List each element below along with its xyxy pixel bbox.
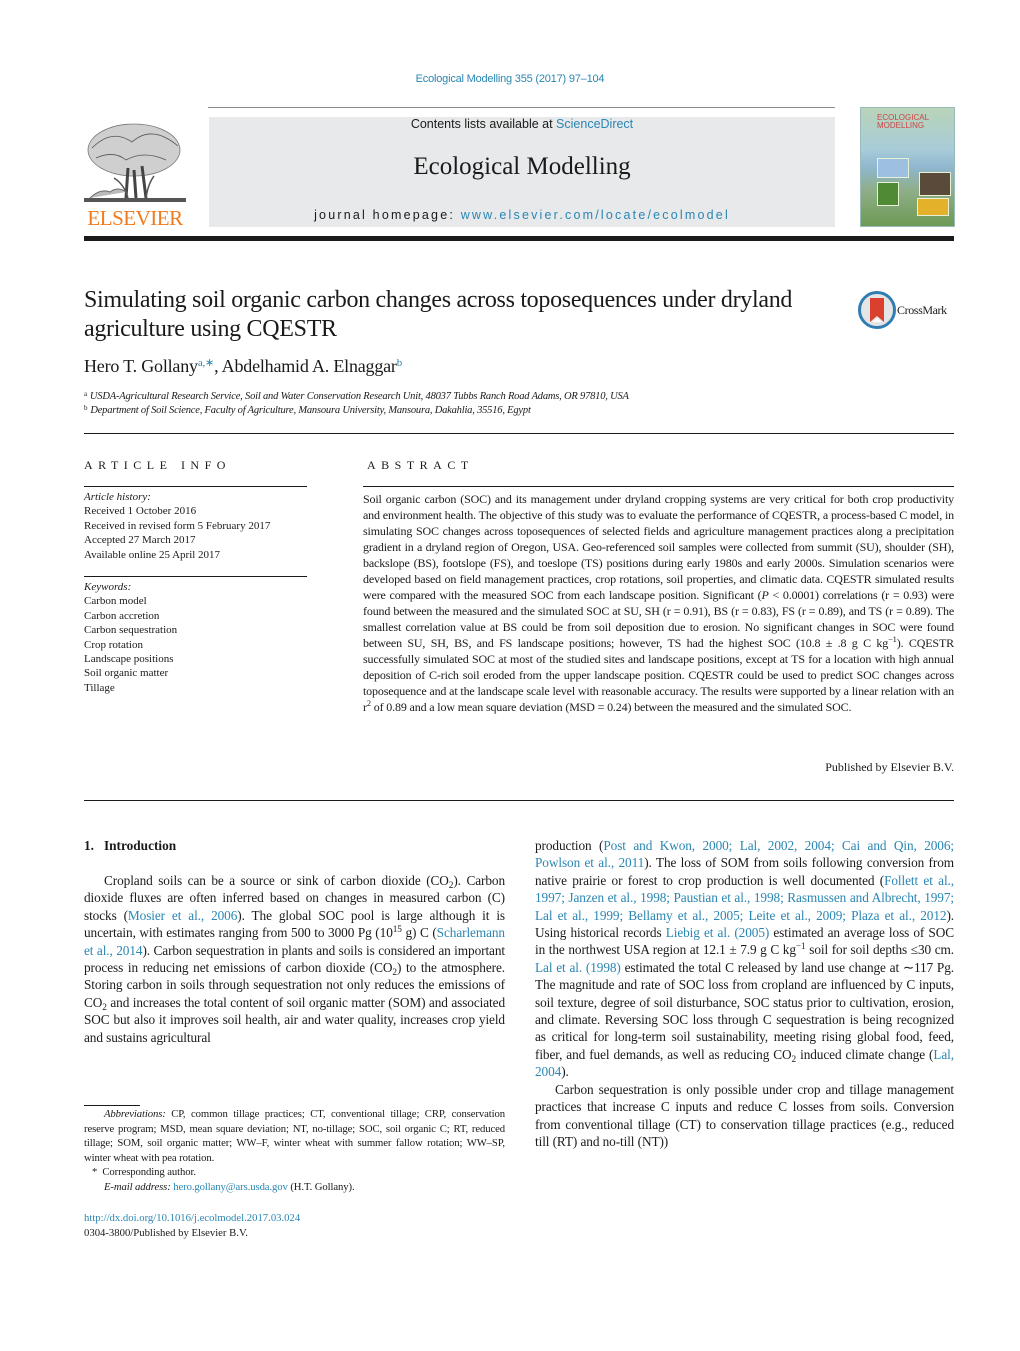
footnote-rule (84, 1105, 140, 1106)
author-affiliation-mark[interactable]: a,∗ (198, 357, 214, 369)
body-column-left: Cropland soils can be a source or sink o… (84, 872, 505, 1046)
divider (84, 576, 307, 577)
author-list: Hero T. Gollanya,∗, Abdelhamid A. Elnagg… (84, 356, 403, 376)
keyword: Tillage (84, 681, 115, 694)
elsevier-wordmark: ELSEVIER (87, 206, 183, 230)
journal-cover-image[interactable]: ECOLOGICAL MODELLING (860, 107, 955, 227)
paragraph: Carbon sequestration is only possible un… (535, 1081, 954, 1149)
history-item: Received in revised form 5 February 2017 (84, 519, 271, 532)
citation-link[interactable]: Lal et al. (1998) (535, 960, 621, 975)
keywords-list: Keywords: Carbon model Carbon accretion … (84, 581, 178, 694)
keyword: Crop rotation (84, 638, 143, 651)
cover-title: ECOLOGICAL MODELLING (877, 113, 930, 130)
affiliation: a USDA-Agricultural Research Service, Soi… (84, 390, 629, 402)
keyword: Carbon model (84, 595, 147, 608)
divider (84, 800, 954, 801)
cover-photo (877, 158, 909, 178)
journal-citation[interactable]: Ecological Modelling 355 (2017) 97–104 (0, 73, 1020, 85)
header-rule (208, 107, 835, 108)
sciencedirect-link[interactable]: ScienceDirect (556, 117, 633, 131)
journal-banner: Contents lists available at ScienceDirec… (209, 117, 835, 227)
issn-line: 0304-3800/Published by Elsevier B.V. (84, 1226, 248, 1239)
history-item: Accepted 27 March 2017 (84, 534, 196, 547)
abbreviations-footnote: Abbreviations: CP, common tillage practi… (84, 1108, 505, 1164)
doi-block: http://dx.doi.org/10.1016/j.ecolmodel.20… (84, 1211, 300, 1240)
citation-link[interactable]: Mosier et al., 2006 (128, 908, 237, 923)
keyword: Soil organic matter (84, 667, 169, 680)
journal-homepage: journal homepage: www.elsevier.com/locat… (314, 208, 730, 222)
keyword: Landscape positions (84, 653, 174, 666)
divider (363, 486, 954, 487)
keyword: Carbon accretion (84, 609, 160, 622)
contents-line: Contents lists available at ScienceDirec… (410, 117, 634, 131)
article-history: Article history: Received 1 October 2016… (84, 491, 271, 561)
cover-photo (877, 182, 899, 206)
paragraph: Cropland soils can be a source or sink o… (84, 873, 505, 1045)
email-footnote: E-mail address: hero.gollany@ars.usda.go… (104, 1180, 355, 1193)
divider (84, 486, 307, 487)
published-by: Published by Elsevier B.V. (825, 760, 954, 774)
author-name[interactable]: Abdelhamid A. Elnaggar (222, 356, 397, 376)
cover-photo (917, 198, 949, 216)
keyword: Carbon sequestration (84, 624, 178, 637)
section-heading-introduction: 1. Introduction (84, 838, 177, 853)
citation-link[interactable]: Liebig et al. (2005) (666, 925, 770, 940)
body-column-right: production (Post and Kwon, 2000; Lal, 20… (535, 837, 954, 1150)
header-thick-rule (84, 236, 954, 241)
history-item: Available online 25 April 2017 (84, 548, 221, 561)
homepage-link[interactable]: www.elsevier.com/locate/ecolmodel (461, 208, 730, 222)
doi-link[interactable]: http://dx.doi.org/10.1016/j.ecolmodel.20… (84, 1211, 300, 1226)
email-link[interactable]: hero.gollany@ars.usda.gov (173, 1181, 288, 1193)
author-affiliation-mark[interactable]: b (397, 357, 403, 369)
abstract-text: Soil organic carbon (SOC) and its manage… (363, 492, 954, 714)
crossmark-label[interactable]: CrossMark (897, 303, 947, 318)
crossmark-icon[interactable] (858, 291, 896, 329)
author-name[interactable]: Hero T. Gollany (84, 356, 198, 376)
article-info-heading: ARTICLE INFO (84, 458, 231, 472)
cover-photo (919, 172, 951, 196)
article-title: Simulating soil organic carbon changes a… (84, 287, 793, 342)
divider (84, 433, 954, 434)
corresponding-author-footnote: * Corresponding author. (92, 1166, 196, 1178)
footnotes: Abbreviations: CP, common tillage practi… (84, 1107, 505, 1194)
abstract-heading: ABSTRACT (367, 458, 474, 472)
affiliation: b Department of Soil Science, Faculty of … (84, 404, 531, 416)
history-item: Received 1 October 2016 (84, 505, 197, 518)
journal-name: Ecological Modelling (413, 153, 631, 180)
paragraph: production (Post and Kwon, 2000; Lal, 20… (535, 838, 954, 1080)
